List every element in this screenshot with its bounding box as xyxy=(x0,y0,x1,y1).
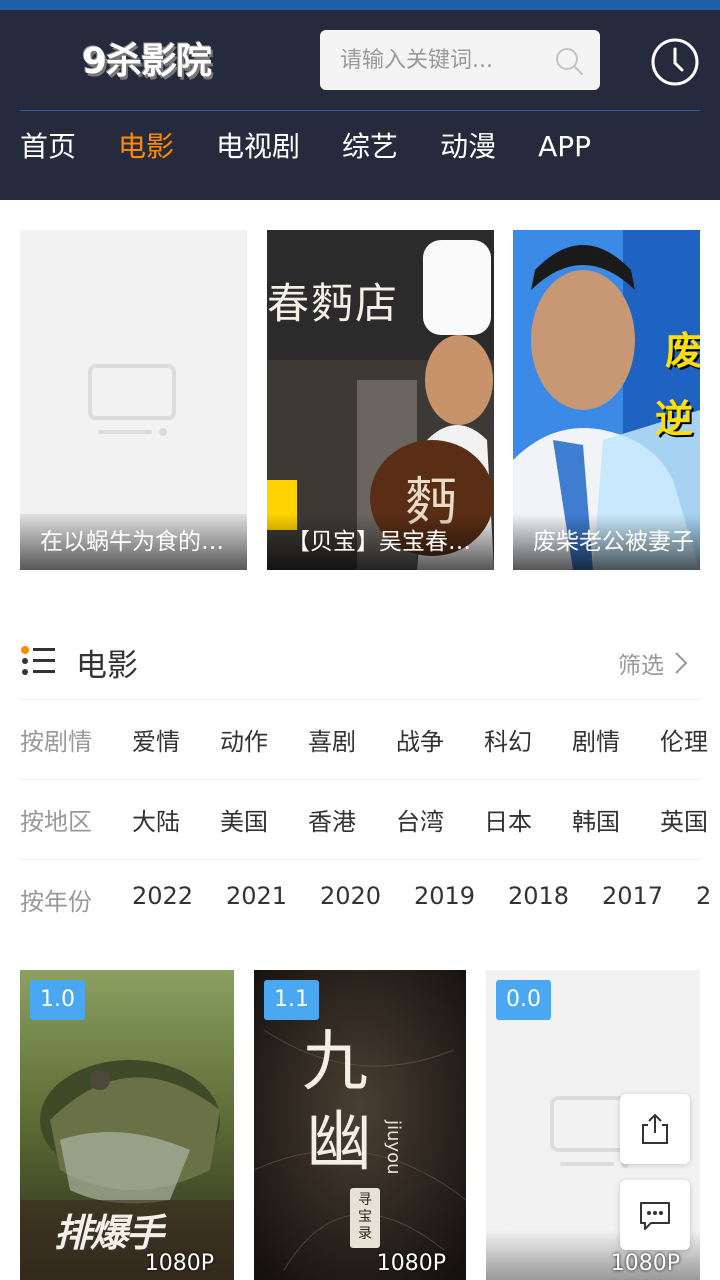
filter-row-label: 按年份 xyxy=(20,888,92,916)
filter-option[interactable]: 香港 xyxy=(308,802,356,837)
filter-button[interactable]: 筛选 xyxy=(618,646,688,680)
filter-option[interactable]: 科幻 xyxy=(484,722,532,757)
filter-option[interactable]: 喜剧 xyxy=(308,722,356,757)
status-accent-bar xyxy=(0,0,720,10)
filter-option[interactable]: 英国 xyxy=(660,802,708,837)
share-icon xyxy=(642,1113,668,1144)
chevron-right-icon xyxy=(675,652,688,674)
filter-option[interactable]: 大陆 xyxy=(132,802,180,837)
filter-option[interactable]: 剧情 xyxy=(572,722,620,757)
filter-option[interactable]: 2 xyxy=(696,882,711,910)
filter-option[interactable]: 动作 xyxy=(220,722,268,757)
banner-caption: 在以蜗牛为食的… xyxy=(20,514,247,570)
score-badge: 0.0 xyxy=(496,980,551,1020)
filter-option[interactable]: 日本 xyxy=(484,802,532,837)
search-box[interactable] xyxy=(320,30,600,90)
list-icon xyxy=(21,646,55,675)
filter-option[interactable]: 2018 xyxy=(508,882,569,910)
banner-overlay-text: 废 xyxy=(665,329,700,373)
nav-movies[interactable]: 电影 xyxy=(118,122,174,172)
filter-row-label: 按剧情 xyxy=(20,728,92,756)
poster-tag: 寻宝录 xyxy=(358,1192,372,1242)
filter-option[interactable]: 2021 xyxy=(226,882,287,910)
filter-row-label: 按地区 xyxy=(20,808,92,836)
filter-option[interactable]: 台湾 xyxy=(396,802,444,837)
filter-option[interactable]: 2022 xyxy=(132,882,193,910)
chat-icon xyxy=(640,1202,670,1230)
filter-option[interactable]: 伦理 xyxy=(660,722,708,757)
site-logo[interactable]: 9杀影院 xyxy=(82,32,212,84)
message-button[interactable] xyxy=(620,1180,690,1250)
main-nav: 首页 电影 电视剧 综艺 动漫 APP xyxy=(20,122,633,172)
nav-app[interactable]: APP xyxy=(538,122,591,172)
poster-title-2: 幽 xyxy=(306,1103,372,1180)
nav-anime[interactable]: 动漫 xyxy=(440,122,496,172)
score-badge: 1.0 xyxy=(30,980,85,1020)
banner-card[interactable]: 在以蜗牛为食的… xyxy=(20,230,247,570)
section-title: 电影 xyxy=(76,648,138,684)
section-header: 电影 筛选 xyxy=(20,630,700,700)
banner-caption: 废柴老公被妻子 xyxy=(513,514,700,570)
movie-card[interactable]: 九 幽 jiuyou 寻宝录 1.1 1080P xyxy=(254,970,466,1280)
filter-row-region: 按地区 大陆 美国 香港 台湾 日本 韩国 英国 xyxy=(20,780,720,860)
filter-option[interactable]: 战争 xyxy=(396,722,444,757)
poster-title: 排爆手 xyxy=(54,1211,164,1255)
filter-option[interactable]: 韩国 xyxy=(572,802,620,837)
header: 9杀影院 首页 电影 电视剧 综艺 动漫 APP xyxy=(0,10,720,200)
filter-option[interactable]: 爱情 xyxy=(132,722,180,757)
poster-subtitle: jiuyou xyxy=(383,1120,404,1175)
filter-option[interactable]: 美国 xyxy=(220,802,268,837)
history-clock-icon[interactable] xyxy=(650,37,700,87)
banner-overlay-text: 逆 xyxy=(655,397,694,441)
quality-label: 1080P xyxy=(610,1251,680,1276)
banner-card[interactable]: 春麪店 麪 【贝宝】吴宝春… xyxy=(267,230,494,570)
search-input[interactable] xyxy=(340,30,550,90)
quality-label: 1080P xyxy=(144,1251,214,1276)
score-badge: 1.1 xyxy=(264,980,319,1020)
filter-option[interactable]: 2020 xyxy=(320,882,381,910)
filter-row-genre: 按剧情 爱情 动作 喜剧 战争 科幻 剧情 伦理 xyxy=(20,700,720,780)
header-divider xyxy=(20,110,700,111)
banner-sign-text: 春麪店 xyxy=(267,279,400,328)
nav-variety[interactable]: 综艺 xyxy=(342,122,398,172)
quality-label: 1080P xyxy=(376,1251,446,1276)
filter-row-year: 按年份 2022 2021 2020 2019 2018 2017 2 xyxy=(20,860,720,940)
filter-option[interactable]: 2017 xyxy=(602,882,663,910)
filter-option[interactable]: 2019 xyxy=(414,882,475,910)
search-icon[interactable] xyxy=(554,46,584,76)
movie-card[interactable]: 排爆手 1.0 1080P xyxy=(20,970,234,1280)
tv-placeholder-icon xyxy=(88,364,176,436)
share-button[interactable] xyxy=(620,1094,690,1164)
banner-card[interactable]: 废 逆 废柴老公被妻子 xyxy=(513,230,700,570)
banner-caption: 【贝宝】吴宝春… xyxy=(267,514,494,570)
nav-tv-series[interactable]: 电视剧 xyxy=(216,122,300,172)
filter-label: 筛选 xyxy=(618,653,664,679)
nav-home[interactable]: 首页 xyxy=(20,122,76,172)
